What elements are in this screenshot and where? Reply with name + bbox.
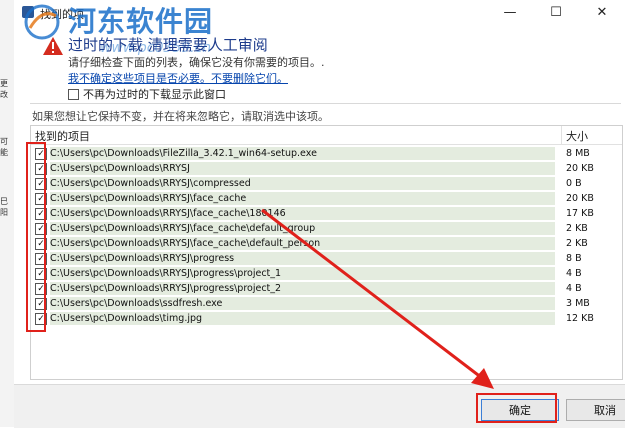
dont-show-again-checkbox[interactable] xyxy=(68,88,79,100)
warning-icon xyxy=(43,37,63,55)
column-divider xyxy=(561,126,562,144)
divider xyxy=(30,103,621,104)
annotation-ok-highlight xyxy=(476,393,557,423)
list-item[interactable]: ✓ C:\Users\pc\Downloads\RRYSJ\face_cache\… xyxy=(31,206,622,221)
item-path: C:\Users\pc\Downloads\RRYSJ\compressed xyxy=(50,177,555,190)
found-items-dialog: 找到的项 — ☐ ✕ 河东软件园 www.pc0359.cn 过时的下载 清理需… xyxy=(14,0,625,428)
item-size: 12 KB xyxy=(566,313,594,324)
list-item[interactable]: ✓ C:\Users\pc\Downloads\FileZilla_3.42.1_… xyxy=(31,146,622,161)
list-item[interactable]: ✓ C:\Users\pc\Downloads\RRYSJ\progress\pr… xyxy=(31,281,622,296)
item-path: C:\Users\pc\Downloads\RRYSJ\progress\pro… xyxy=(50,282,555,295)
header-title: 过时的下载 清理需要人工审阅 xyxy=(68,36,268,54)
dont-show-again-option[interactable]: 不再为过时的下载显示此窗口 xyxy=(68,86,226,102)
annotation-checkbox-highlight xyxy=(26,142,46,332)
item-path: C:\Users\pc\Downloads\RRYSJ\progress xyxy=(50,252,555,265)
list-item[interactable]: ✓ C:\Users\pc\Downloads\timg.jpg 12 KB xyxy=(31,311,622,326)
column-header-size[interactable]: 大小 xyxy=(566,128,588,144)
item-size: 0 B xyxy=(566,178,582,189)
item-path: C:\Users\pc\Downloads\RRYSJ xyxy=(50,162,555,175)
item-size: 8 B xyxy=(566,253,582,264)
background-fragment: 巳阳 xyxy=(0,197,8,217)
list-item[interactable]: ✓ C:\Users\pc\Downloads\RRYSJ\progress 8 B xyxy=(31,251,622,266)
list-item[interactable]: ✓ C:\Users\pc\Downloads\RRYSJ\face_cache\… xyxy=(31,221,622,236)
item-path: C:\Users\pc\Downloads\RRYSJ\face_cache\1… xyxy=(50,207,555,220)
list-item[interactable]: ✓ C:\Users\pc\Downloads\RRYSJ 20 KB xyxy=(31,161,622,176)
background-fragment: 更改 xyxy=(0,79,8,99)
item-size: 2 KB xyxy=(566,223,588,234)
item-size: 3 MB xyxy=(566,298,590,309)
background-window-edge: 更改 可能 巳阳 xyxy=(0,0,15,427)
maximize-button[interactable]: ☐ xyxy=(533,0,579,26)
list-item[interactable]: ✓ C:\Users\pc\Downloads\RRYSJ\face_cache 2… xyxy=(31,191,622,206)
item-path: C:\Users\pc\Downloads\FileZilla_3.42.1_w… xyxy=(50,147,555,160)
list-item[interactable]: ✓ C:\Users\pc\Downloads\RRYSJ\face_cache\… xyxy=(31,236,622,251)
item-path: C:\Users\pc\Downloads\RRYSJ\face_cache\d… xyxy=(50,222,555,235)
item-path: C:\Users\pc\Downloads\RRYSJ\face_cache xyxy=(50,192,555,205)
close-button[interactable]: ✕ xyxy=(579,0,625,26)
item-size: 4 B xyxy=(566,283,582,294)
item-size: 20 KB xyxy=(566,163,594,174)
header-subtitle: 请仔细检查下面的列表，确保它没有你需要的项目。. xyxy=(68,56,325,69)
cancel-button[interactable]: 取消 xyxy=(566,399,625,421)
list-item[interactable]: ✓ C:\Users\pc\Downloads\RRYSJ\compressed 0… xyxy=(31,176,622,191)
list-header: 找到的项目 大小 xyxy=(31,126,622,145)
item-size: 20 KB xyxy=(566,193,594,204)
list-item[interactable]: ✓ C:\Users\pc\Downloads\RRYSJ\progress\pr… xyxy=(31,266,622,281)
item-size: 8 MB xyxy=(566,148,590,159)
item-path: C:\Users\pc\Downloads\RRYSJ\face_cache\d… xyxy=(50,237,555,250)
background-fragment: 可能 xyxy=(0,137,8,157)
item-path: C:\Users\pc\Downloads\RRYSJ\progress\pro… xyxy=(50,267,555,280)
item-size: 4 B xyxy=(566,268,582,279)
item-size: 17 KB xyxy=(566,208,594,219)
item-path: C:\Users\pc\Downloads\timg.jpg xyxy=(50,312,555,325)
item-path: C:\Users\pc\Downloads\ssdfresh.exe xyxy=(50,297,555,310)
list-item[interactable]: ✓ C:\Users\pc\Downloads\ssdfresh.exe 3 MB xyxy=(31,296,622,311)
dont-show-again-label: 不再为过时的下载显示此窗口 xyxy=(83,88,226,101)
info-text: 如果您想让它保持不变，并在将来忽略它，请取消选中该项。 xyxy=(32,110,329,123)
keep-items-link[interactable]: 我不确定这些项目是否必要。不要删除它们。 xyxy=(68,70,288,86)
found-items-list[interactable]: 找到的项目 大小 ✓ C:\Users\pc\Downloads\FileZill… xyxy=(30,125,623,380)
item-size: 2 KB xyxy=(566,238,588,249)
minimize-button[interactable]: — xyxy=(487,0,533,26)
